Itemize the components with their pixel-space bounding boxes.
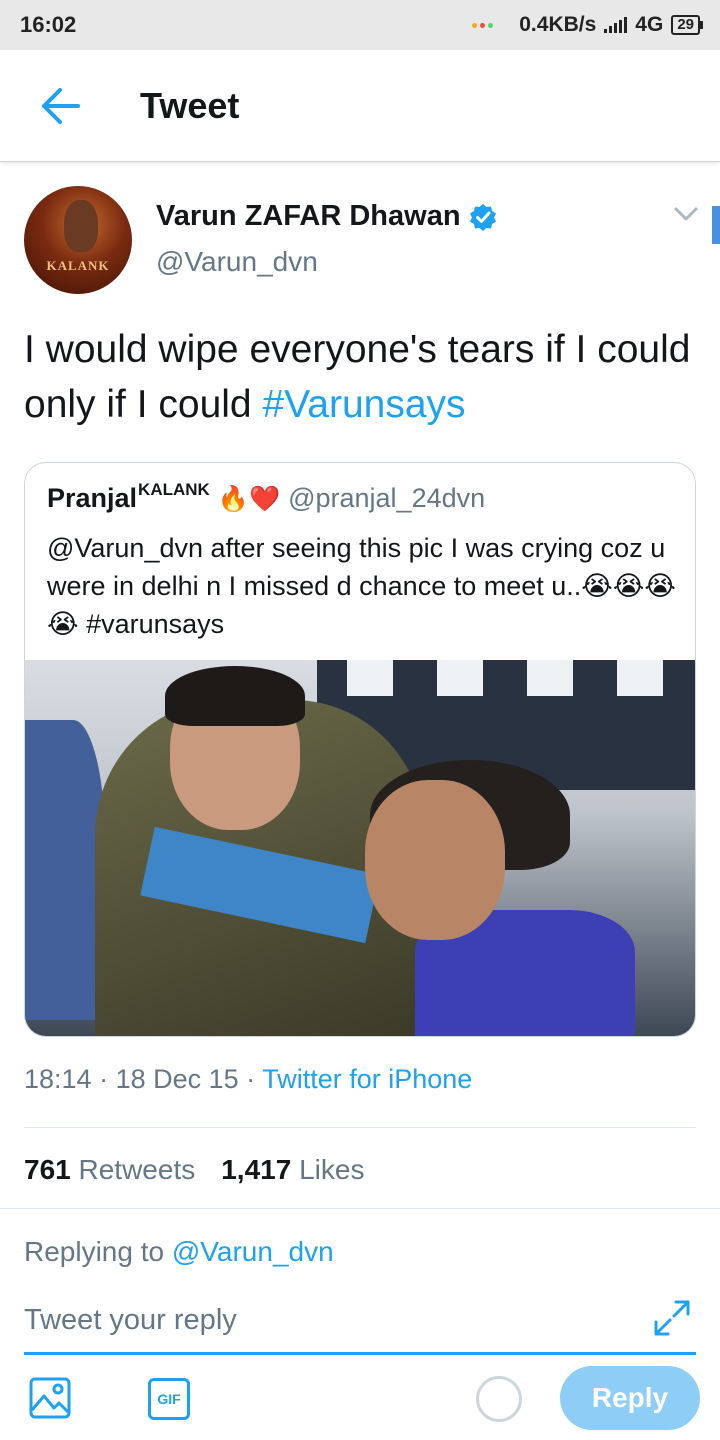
quoted-tweet-hashtag[interactable]: #varunsays [86, 609, 224, 639]
battery-icon: 29 [671, 15, 703, 35]
tweet-source-link[interactable]: Twitter for iPhone [262, 1064, 472, 1094]
back-button[interactable] [0, 50, 140, 161]
signal-icon [604, 17, 628, 33]
tweet-date: 18 Dec 15 [115, 1064, 239, 1094]
photo-girl-face [365, 780, 505, 940]
replying-prefix: Replying to [24, 1236, 165, 1267]
retweets-label: Retweets [78, 1154, 196, 1185]
quoted-author-name: Pranjal [47, 483, 138, 513]
notification-dots-icon [472, 22, 494, 28]
divider [0, 1208, 720, 1209]
arrow-left-icon [42, 87, 80, 124]
reply-input-underline [24, 1352, 696, 1355]
tweet-hashtag-link[interactable]: #Varunsays [262, 383, 465, 426]
author-name[interactable]: Varun ZAFAR Dhawan [156, 200, 497, 233]
replying-mention[interactable]: @Varun_dvn [172, 1236, 334, 1267]
reply-button[interactable]: Reply [560, 1366, 700, 1430]
reply-input[interactable] [24, 1296, 644, 1344]
quoted-tweet-photo[interactable] [25, 660, 695, 1036]
quoted-author-name-sup: KALANK [138, 480, 210, 499]
gif-button[interactable]: GIF [148, 1378, 190, 1420]
retweets-number: 761 [24, 1154, 71, 1185]
avatar-face [64, 200, 98, 252]
replying-to: Replying to @Varun_dvn [24, 1236, 334, 1268]
image-icon[interactable] [28, 1376, 72, 1420]
likes-label: Likes [299, 1154, 365, 1185]
likes-number: 1,417 [221, 1154, 292, 1185]
network-speed: 0.4KB/s [519, 13, 597, 36]
quoted-author-emoji: 🔥❤️ [217, 485, 281, 513]
scroll-indicator [712, 206, 720, 244]
expand-icon[interactable] [652, 1298, 692, 1338]
network-type: 4G [635, 13, 664, 36]
status-indicators: 0.4KB/s 4G 29 [472, 13, 703, 37]
avatar-caption: KALANK [46, 258, 110, 273]
quoted-tweet-text: @Varun_dvn after seeing this pic I was c… [47, 529, 687, 643]
status-bar: 16:02 0.4KB/s 4G 29 [0, 0, 720, 50]
divider [24, 1127, 696, 1128]
tweet-text: I would wipe everyone's tears if I could… [24, 322, 696, 432]
photo-person-left [25, 720, 105, 1020]
character-counter-icon [476, 1376, 522, 1422]
tweet-time: 18:14 [24, 1064, 92, 1094]
battery-level: 29 [677, 16, 694, 33]
engagement-counts: 761 Retweets 1,417 Likes [24, 1154, 364, 1186]
chevron-down-icon[interactable] [672, 204, 700, 224]
app-header: Tweet [0, 50, 720, 162]
likes-count[interactable]: 1,417 Likes [221, 1154, 364, 1186]
quoted-tweet[interactable]: Pranjal KALANK 🔥❤️ @pranjal_24dvn @Varun_… [24, 462, 696, 1037]
status-time: 16:02 [20, 12, 77, 37]
author-name-text: Varun ZAFAR Dhawan [156, 200, 461, 232]
retweets-count[interactable]: 761 Retweets [24, 1154, 195, 1186]
verified-badge-icon [469, 203, 496, 231]
quoted-author-handle: @pranjal_24dvn [288, 483, 486, 513]
author-handle[interactable]: @Varun_dvn [156, 246, 318, 278]
tweet-timestamp: 18:14 · 18 Dec 15 · Twitter for iPhone [24, 1064, 473, 1094]
photo-man-hair [165, 666, 305, 726]
avatar[interactable]: KALANK [24, 186, 132, 294]
quoted-tweet-header: Pranjal KALANK 🔥❤️ @pranjal_24dvn [47, 480, 486, 514]
page-title: Tweet [140, 84, 240, 126]
